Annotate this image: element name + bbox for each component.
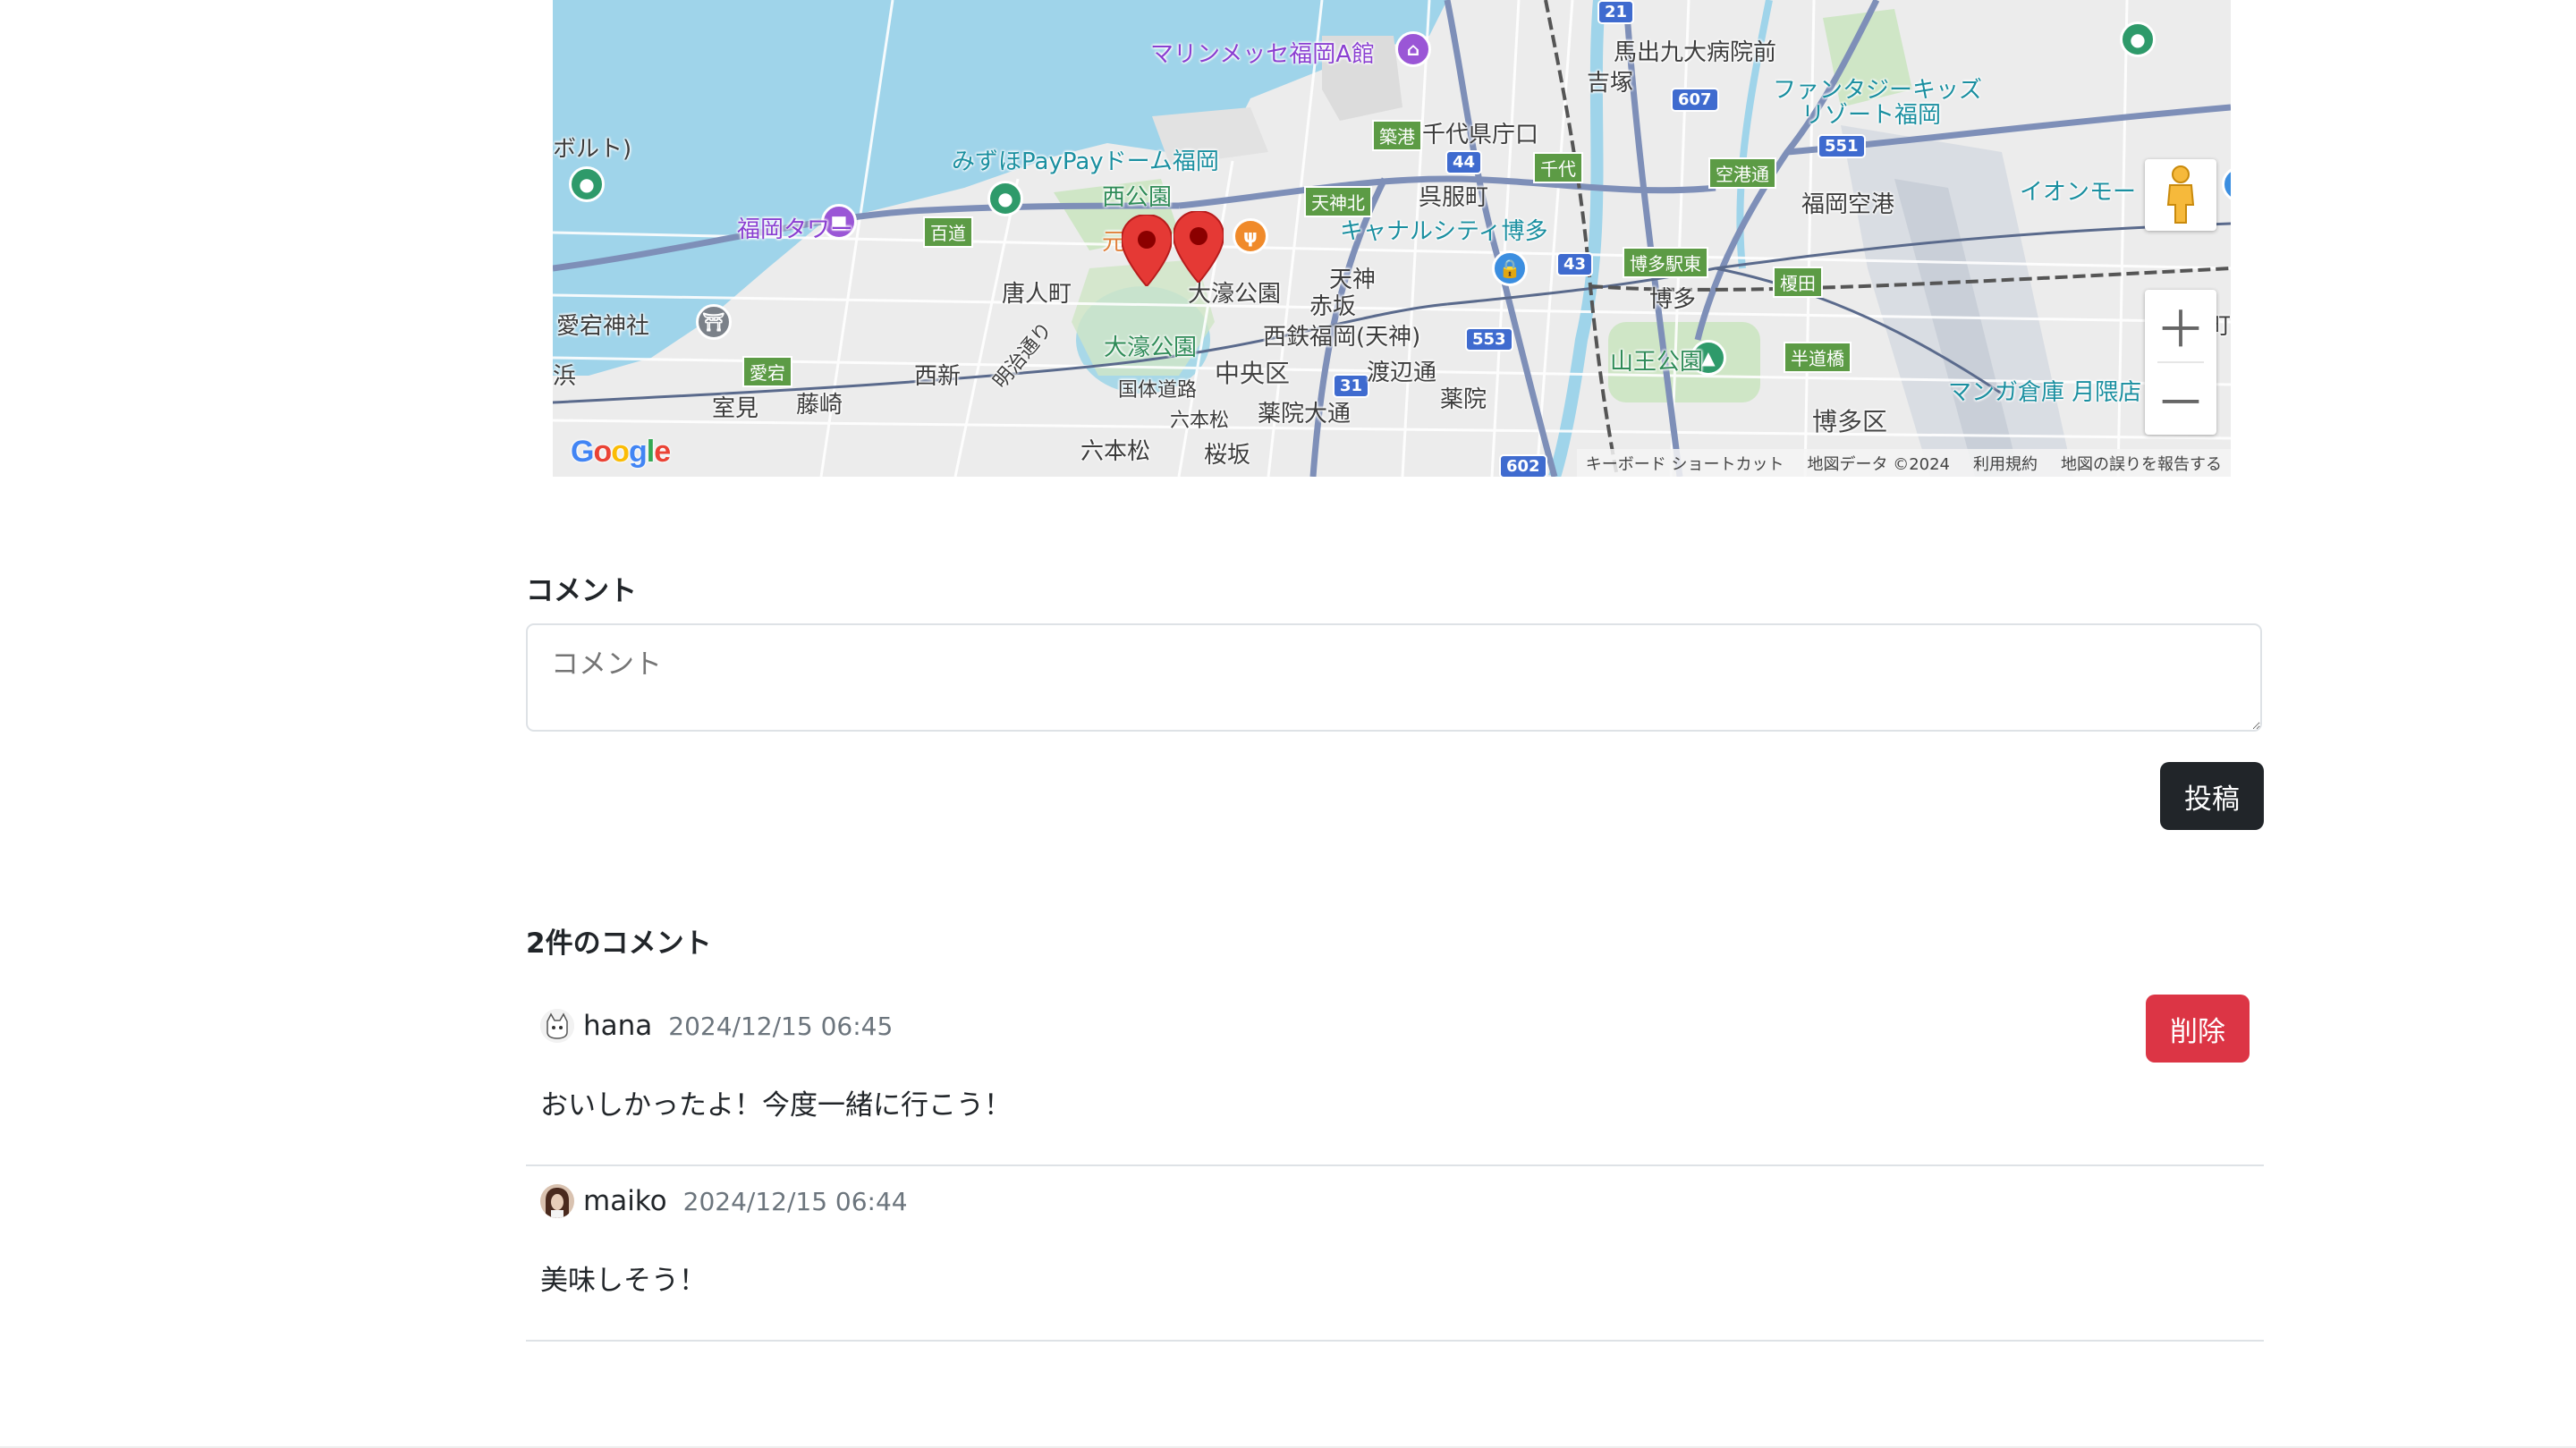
- station-tag: 半道橋: [1784, 342, 1852, 373]
- map-attribution: キーボード ショートカット 地図データ ©2024 利用規約 地図の誤りを報告す…: [1576, 449, 2231, 477]
- terms-link[interactable]: 利用規約: [1973, 452, 2038, 475]
- station-tag: 築港: [1372, 120, 1422, 151]
- street-view-pegman[interactable]: [2145, 159, 2216, 231]
- zoom-in-button[interactable]: ＋: [2145, 290, 2216, 361]
- district-label: 博多区: [1812, 407, 1888, 436]
- map-label: 博多: [1649, 286, 1697, 313]
- pegman-icon: [2166, 165, 2195, 224]
- map-label: 渡辺通: [1367, 360, 1437, 386]
- cat-avatar-icon: [540, 1009, 574, 1043]
- route-shield: 551: [1818, 134, 1866, 158]
- map-label: 福岡タワー: [737, 216, 854, 243]
- station-tag: 百道: [923, 216, 973, 248]
- map-label: 薬院大通: [1258, 401, 1352, 428]
- map-label: 呉服町: [1419, 184, 1489, 211]
- route-shield: 553: [1465, 327, 1513, 351]
- avatar[interactable]: [540, 1009, 574, 1043]
- route-shield: 21: [1597, 0, 1635, 24]
- station-tag: 榎田: [1773, 267, 1823, 298]
- comment-body: 美味しそう！: [540, 1265, 707, 1297]
- map-label: ボルト): [553, 136, 632, 163]
- avatar[interactable]: [540, 1184, 574, 1218]
- map-label: 赤坂: [1309, 293, 1357, 320]
- delete-comment-button[interactable]: 削除: [2146, 995, 2250, 1063]
- map-label: 福岡空港: [1801, 191, 1895, 218]
- map-label: 国体道路: [1118, 379, 1198, 402]
- map-label: 浜: [553, 363, 577, 390]
- map-label: 室見: [712, 395, 759, 422]
- district-label: 中央区: [1215, 359, 1291, 388]
- map-label: 桜坂: [1204, 442, 1251, 469]
- station-tag: 博多駅東: [1623, 247, 1708, 278]
- map-data-credit: 地図データ ©2024: [1807, 454, 1950, 474]
- route-shield: 43: [1556, 252, 1594, 276]
- shrine-icon[interactable]: ⛩: [696, 304, 732, 340]
- park-icon[interactable]: ●: [2120, 21, 2156, 57]
- map-label: リゾート福岡: [1801, 102, 1942, 129]
- report-error-link[interactable]: 地図の誤りを報告する: [2061, 452, 2222, 475]
- map-label: キャナルシティ博多: [1340, 218, 1548, 245]
- map-label: 西新: [914, 363, 962, 390]
- location-marker[interactable]: [1122, 215, 1172, 286]
- map-label: 千代県庁口: [1422, 122, 1539, 148]
- station-tag: 愛宕: [742, 356, 792, 387]
- map-label: みずほPayPayドーム福岡: [952, 148, 1219, 175]
- park-icon[interactable]: ●: [569, 166, 605, 202]
- comment-timestamp: 2024/12/15 06:44: [682, 1186, 908, 1216]
- comment-username[interactable]: maiko: [583, 1185, 667, 1217]
- park-icon[interactable]: ●: [987, 181, 1023, 216]
- zoom-out-button[interactable]: －: [2145, 363, 2216, 435]
- restaurant-icon[interactable]: ψ: [1233, 218, 1268, 254]
- map-label: 西公園: [1102, 184, 1173, 211]
- route-shield: 44: [1445, 150, 1483, 174]
- post-button[interactable]: 投稿: [2160, 762, 2264, 830]
- comment-label: コメント: [526, 575, 637, 607]
- map-label: イオンモー: [2020, 179, 2137, 206]
- map-label: 六本松: [1080, 438, 1151, 465]
- comment-meta: hana 2024/12/15 06:45: [540, 1009, 893, 1043]
- map-label: 唐人町: [1002, 281, 1072, 308]
- map-label: 薬院: [1440, 386, 1487, 413]
- venue-icon[interactable]: ⌂: [1395, 31, 1431, 67]
- map-label: 西鉄福岡(天神): [1263, 324, 1421, 351]
- comment-count-heading: 2件のコメント: [526, 927, 712, 960]
- google-logo: Google: [571, 435, 671, 469]
- comment-item: maiko 2024/12/15 06:44 美味しそう！: [526, 1164, 2264, 1342]
- station-tag: 千代: [1533, 152, 1583, 183]
- comment-timestamp: 2024/12/15 06:45: [668, 1011, 894, 1041]
- comment-username[interactable]: hana: [583, 1010, 652, 1042]
- map-label: 大濠公園: [1104, 334, 1198, 361]
- zoom-controls: ＋ －: [2145, 290, 2216, 435]
- map-label: 愛宕神社: [556, 313, 650, 340]
- route-shield: 31: [1333, 374, 1370, 398]
- route-shield: 602: [1499, 454, 1547, 477]
- map-label: 山王公園: [1610, 349, 1704, 376]
- map-label: マンガ倉庫 月隈店: [1948, 379, 2142, 406]
- station-tag: 空港通: [1708, 157, 1776, 189]
- comment-item: hana 2024/12/15 06:45 削除 おいしかったよ！今度一緒に行こ…: [526, 980, 2264, 1166]
- map-label: 藤崎: [796, 392, 843, 419]
- map-label: マリンメッセ福岡A館: [1150, 41, 1376, 68]
- comment-body: おいしかったよ！今度一緒に行こう！: [540, 1089, 1012, 1122]
- map-embed[interactable]: ⌂ ● ● ● ■ ψ 🔒 ⛩ ▲ ● 21 607 44 551 43 553…: [553, 0, 2231, 477]
- keyboard-shortcuts-link[interactable]: キーボード ショートカット: [1586, 452, 1784, 475]
- comment-meta: maiko 2024/12/15 06:44: [540, 1184, 908, 1218]
- map-label: 馬出九大病院前: [1614, 39, 1777, 66]
- person-avatar-icon: [540, 1184, 574, 1218]
- map-label: 六本松: [1170, 410, 1230, 432]
- route-shield: 607: [1671, 88, 1719, 112]
- location-marker[interactable]: [1174, 211, 1224, 283]
- comment-input[interactable]: [526, 623, 2262, 732]
- shopping-icon[interactable]: 🔒: [1492, 250, 1528, 286]
- map-label: 吉塚: [1587, 70, 1634, 97]
